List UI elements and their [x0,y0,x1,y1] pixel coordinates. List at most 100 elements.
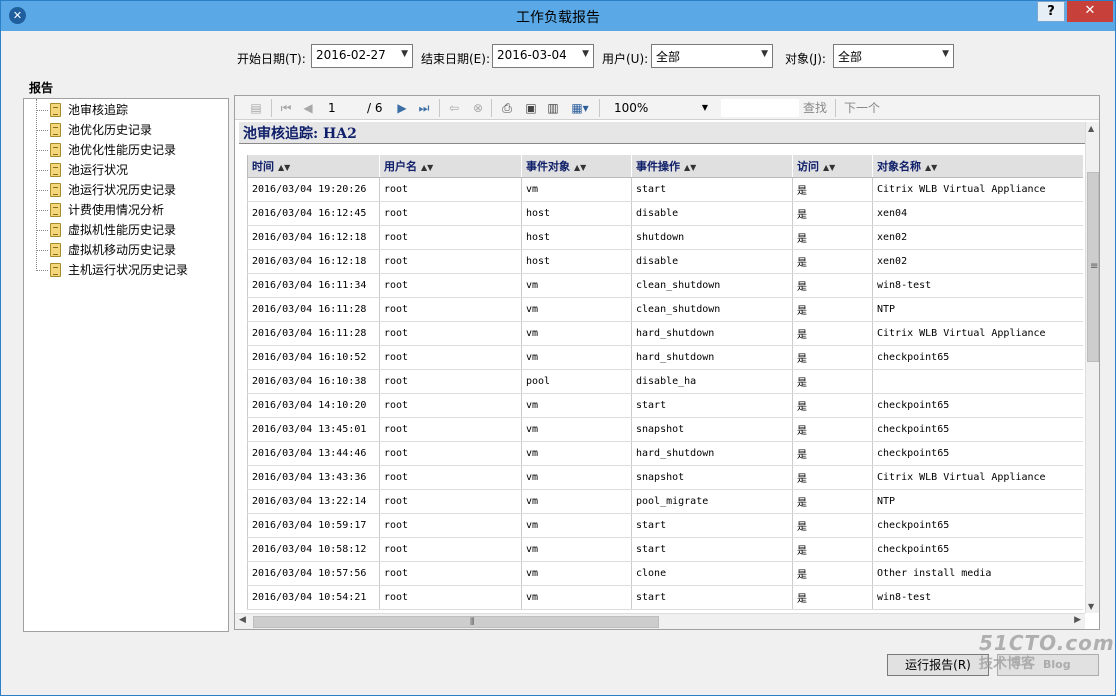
tree-item-host-health-history[interactable]: 主机运行状况历史记录 [36,260,226,280]
table-row: 2016/03/04 10:59:17 root vm start 是 checkpoin… [247,513,1083,538]
object-select[interactable]: 全部 ▼ [833,44,954,68]
table-row: 2016/03/04 13:43:36 root vm snapshot 是 Citrix… [247,465,1083,490]
report-header: 池审核追踪: HA2 [239,122,1085,144]
table-cell: 是 [792,201,873,226]
chevron-down-icon: ▼ [701,103,708,112]
table-cell: start [631,393,793,418]
previous-page-icon[interactable]: ◀ [301,100,315,116]
column-header-object-name[interactable]: 对象名称 ▲▼ [872,155,1083,178]
report-icon [50,183,61,197]
sort-icon: ▲▼ [574,162,587,172]
tree-item-pool-health[interactable]: 池运行状况 [36,160,226,180]
tree-item-chargeback-analysis[interactable]: 计费使用情况分析 [36,200,226,220]
scroll-thumb[interactable]: ⦀ [253,616,659,628]
table-cell: hard_shutdown [631,345,793,370]
table-cell: root [379,225,522,250]
column-header-time[interactable]: 时间 ▲▼ [247,155,380,178]
table-cell: 2016/03/04 16:12:18 [247,225,380,250]
last-page-icon[interactable]: ⏭ [417,100,431,116]
table-cell: vm [521,585,632,610]
print-layout-icon[interactable]: ▣ [523,100,539,116]
end-date-select[interactable]: 2016-03-04 ▼ [492,44,594,68]
table-cell: root [379,201,522,226]
table-header-row: 时间 ▲▼ 用户名 ▲▼ 事件对象 ▲▼ 事件操作 ▲▼ 访问 ▲▼ 对象名称 ▲▼ [247,155,1083,178]
table-cell: disable [631,249,793,274]
table-cell: 2016/03/04 10:58:12 [247,537,380,562]
table-cell: Citrix WLB Virtual Appliance [872,177,1083,202]
tree-item-pool-health-history[interactable]: 池运行状况历史记录 [36,180,226,200]
user-select[interactable]: 全部 ▼ [651,44,773,68]
table-cell: snapshot [631,465,793,490]
table-cell: vm [521,561,632,586]
stop-icon[interactable]: ⊗ [471,100,485,116]
table-cell: 2016/03/04 16:12:18 [247,249,380,274]
tree-item-label: 虚拟机性能历史记录 [68,223,177,237]
find-button[interactable]: 查找 [803,99,827,117]
table-cell: checkpoint65 [872,393,1083,418]
find-input[interactable] [721,99,799,117]
table-cell: 2016/03/04 14:10:20 [247,393,380,418]
table-cell: 是 [792,177,873,202]
watermark-logo: 51CTO.com [979,631,1115,655]
zoom-select[interactable]: 100% ▼ [610,99,712,117]
page-setup-icon[interactable]: ▥ [545,100,561,116]
report-icon [50,163,61,177]
find-next-button[interactable]: 下一个 [844,99,880,117]
horizontal-scrollbar[interactable]: ◀ ⦀ ▶ [235,613,1085,629]
report-icon [50,123,61,137]
table-cell: vm [521,513,632,538]
table-cell: checkpoint65 [872,417,1083,442]
table-cell: 2016/03/04 10:54:21 [247,585,380,610]
help-button[interactable]: ? [1037,1,1065,22]
table-cell: 2016/03/04 16:11:28 [247,297,380,322]
table-row: 2016/03/04 16:11:28 root vm hard_shutdown 是 C… [247,321,1083,346]
table-cell: NTP [872,297,1083,322]
table-cell: vm [521,537,632,562]
tree-item-pool-optimization-performance-history[interactable]: 池优化性能历史记录 [36,140,226,160]
start-date-value: 2016-02-27 [316,48,386,62]
page-number-input[interactable]: 1 [325,99,365,117]
table-cell: 是 [792,297,873,322]
table-cell: checkpoint65 [872,513,1083,538]
table-cell: 是 [792,417,873,442]
table-cell: host [521,201,632,226]
run-report-button[interactable]: 运行报告(R) [887,654,989,676]
table-cell: 是 [792,369,873,394]
column-header-user[interactable]: 用户名 ▲▼ [379,155,522,178]
table-cell: root [379,513,522,538]
report-icon [50,223,61,237]
table-cell: Citrix WLB Virtual Appliance [872,465,1083,490]
table-cell: 2016/03/04 10:59:17 [247,513,380,538]
table-cell: vm [521,321,632,346]
tree-item-vm-motion-history[interactable]: 虚拟机移动历史记录 [36,240,226,260]
sort-icon: ▲▼ [278,162,291,172]
next-page-icon[interactable]: ▶ [395,100,409,116]
tree-item-vm-performance-history[interactable]: 虚拟机性能历史记录 [36,220,226,240]
table-cell: root [379,345,522,370]
scroll-thumb[interactable]: ≡ [1087,172,1099,362]
vertical-scrollbar[interactable]: ▲ ≡ ▼ [1085,122,1099,613]
user-value: 全部 [656,50,681,64]
start-date-select[interactable]: 2016-02-27 ▼ [311,44,413,68]
column-header-event-object[interactable]: 事件对象 ▲▼ [521,155,632,178]
table-cell: vm [521,417,632,442]
table-cell: hard_shutdown [631,441,793,466]
table-cell: 2016/03/04 16:10:52 [247,345,380,370]
table-cell: 2016/03/04 16:11:34 [247,273,380,298]
column-header-event-action[interactable]: 事件操作 ▲▼ [631,155,793,178]
viewer-toolbar: ▤ ⏮ ◀ 1 / 6 ▶ ⏭ ⇦ ⊗ ⎙ ▣ ▥ ▦▾ 100% ▼ 查找 下… [235,96,1099,120]
back-icon[interactable]: ⇦ [447,100,461,116]
print-icon[interactable]: ⎙ [499,100,515,116]
table-row: 2016/03/04 13:44:46 root vm hard_shutdown 是 c… [247,441,1083,466]
tree-item-pool-optimization-history[interactable]: 池优化历史记录 [36,120,226,140]
export-save-icon[interactable]: ▦▾ [569,100,591,116]
table-cell: vm [521,345,632,370]
chevron-down-icon: ▼ [582,49,589,59]
tree-item-pool-audit-trail[interactable]: 池审核追踪 [36,100,226,120]
first-page-icon[interactable]: ⏮ [279,100,293,116]
chevron-down-icon: ▼ [942,49,949,59]
toggle-doc-map-icon[interactable]: ▤ [247,100,265,116]
table-cell: root [379,297,522,322]
column-header-access[interactable]: 访问 ▲▼ [792,155,873,178]
close-button[interactable]: ✕ [1067,1,1113,22]
